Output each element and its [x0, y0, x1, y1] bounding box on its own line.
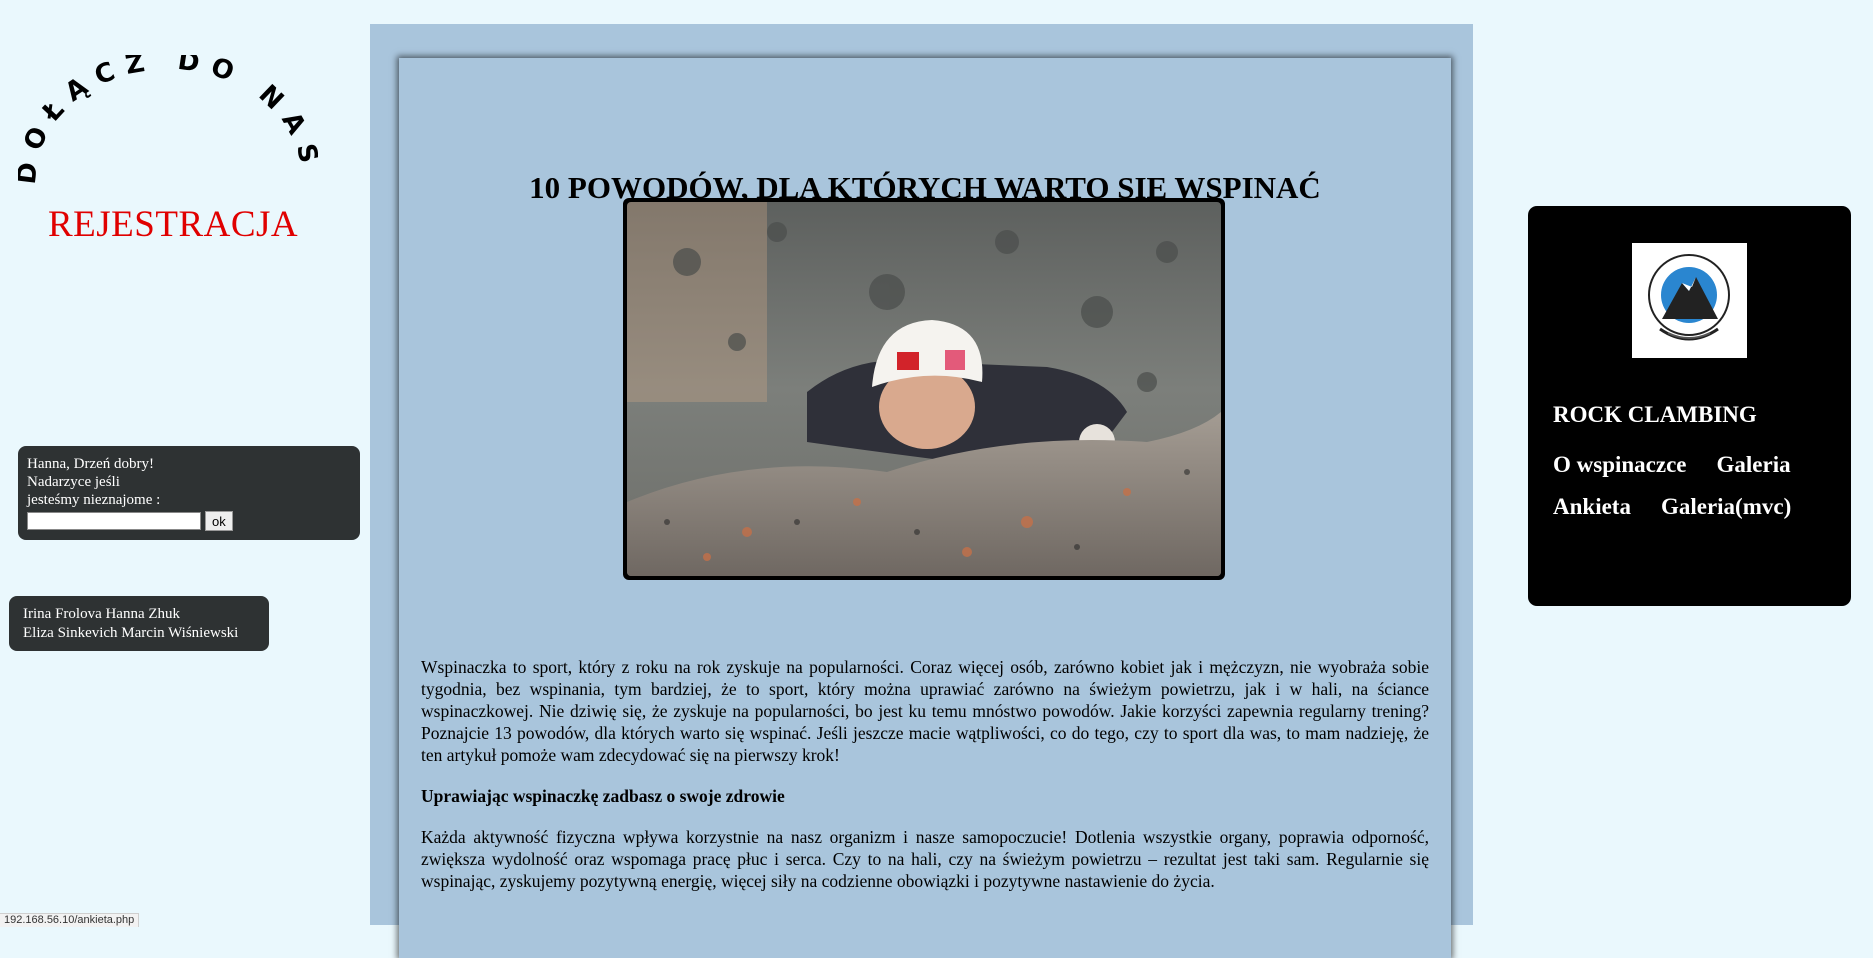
site-name: ROCK CLAMBING: [1553, 402, 1757, 427]
join-us-arc-heading: DOŁĄCZ DO NAS!: [18, 55, 318, 186]
article-body: Wspinaczka to sport, który z roku na rok…: [421, 656, 1429, 911]
climber-photo-image: [627, 202, 1221, 576]
greeting-line-3: jesteśmy nieznajome :: [27, 492, 161, 508]
article-subheading: Uprawiając wspinaczkę zadbasz o swoje zd…: [421, 786, 785, 806]
name-input[interactable]: [27, 512, 201, 530]
authors-line-1: Irina Frolova Hanna Zhuk: [23, 606, 181, 622]
nav-link-about-climbing[interactable]: O wspinaczce: [1553, 452, 1687, 477]
nav-link-survey[interactable]: Ankieta: [1553, 494, 1631, 519]
mountain-logo-icon: [1648, 254, 1730, 341]
navigation-box: ROCK CLAMBING O wspinaczce Galeria Ankiet…: [1528, 206, 1851, 606]
nav-link-gallery-mvc[interactable]: Galeria(mvc): [1661, 494, 1791, 519]
climber-photo: [623, 198, 1225, 580]
join-us-text: DOŁĄCZ DO NAS!: [18, 55, 315, 186]
article-card: 10 POWODÓW, DLA KTÓRYCH WARTO SIĘ WSPINA…: [399, 58, 1451, 958]
ok-button[interactable]: ok: [205, 511, 233, 531]
register-link[interactable]: REJESTRACJA: [48, 203, 298, 246]
content-panel: 10 POWODÓW, DLA KTÓRYCH WARTO SIĘ WSPINA…: [370, 24, 1473, 958]
authors-box: Irina Frolova Hanna Zhuk Eliza Sinkevich…: [9, 596, 269, 651]
club-logo: [1632, 243, 1747, 358]
article-intro: Wspinaczka to sport, który z roku na rok…: [421, 657, 1429, 765]
greeting-line-2: Nadarzyce jeśli: [27, 474, 120, 490]
greeting-line-1: Hanna, Drzeń dobry!: [27, 456, 155, 472]
authors-line-2: Eliza Sinkevich Marcin Wiśniewski: [23, 625, 239, 641]
greeting-box: Hanna, Drzeń dobry! Nadarzyce jeśli jest…: [18, 446, 360, 540]
svg-text:DOŁĄCZ DO NAS!: DOŁĄCZ DO NAS!: [18, 55, 318, 186]
article-paragraph: Każda aktywność fizyczna wpływa korzystn…: [421, 827, 1429, 891]
main-nav: O wspinaczce Galeria Ankieta Galeria(mvc): [1553, 444, 1843, 528]
nav-link-gallery[interactable]: Galeria: [1717, 452, 1791, 477]
